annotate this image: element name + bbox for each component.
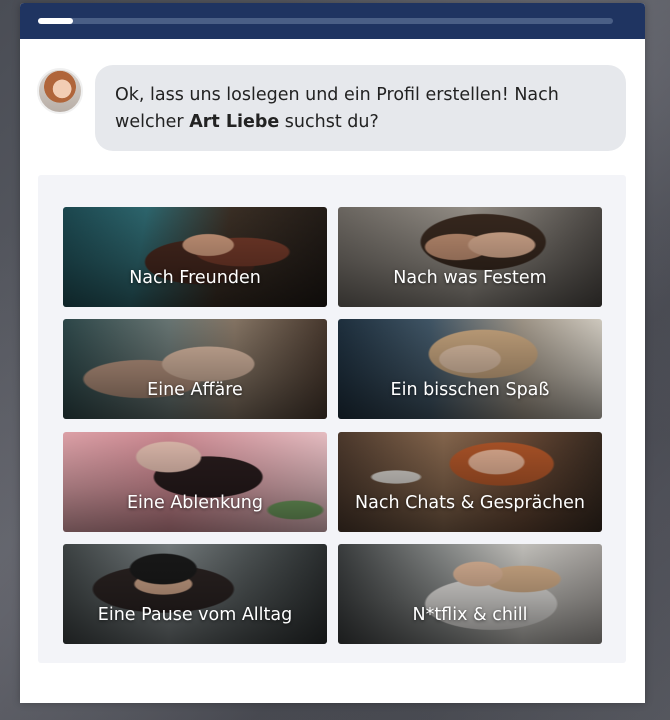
message-text-part2: suchst du? <box>279 112 379 132</box>
photo-shade <box>338 207 602 307</box>
option-ein-bisschen-spass[interactable]: Ein bisschen Spaß <box>338 319 602 419</box>
option-nach-was-festem[interactable]: Nach was Festem <box>338 207 602 307</box>
option-label: Ein bisschen Spaß <box>390 380 550 400</box>
chat-message-row: Ok, lass uns loslegen und ein Profil ers… <box>20 65 645 155</box>
progress-header <box>20 3 645 39</box>
love-type-options: Nach Freunden Nach was Festem Eine Affär… <box>38 175 626 663</box>
photo-shade <box>63 207 327 307</box>
progress-fill <box>38 18 73 24</box>
photo-shade <box>338 432 602 532</box>
assistant-avatar <box>37 68 83 114</box>
option-label: Nach Chats & Gesprächen <box>355 493 585 513</box>
progress-bar <box>38 18 613 24</box>
option-label: Nach was Festem <box>393 268 547 288</box>
option-label: Nach Freunden <box>129 268 261 288</box>
option-nach-chats[interactable]: Nach Chats & Gesprächen <box>338 432 602 532</box>
option-nach-freunden[interactable]: Nach Freunden <box>63 207 327 307</box>
option-eine-ablenkung[interactable]: Eine Ablenkung <box>63 432 327 532</box>
photo-shade <box>338 544 602 644</box>
photo-shade <box>63 432 327 532</box>
option-label: Eine Pause vom Alltag <box>97 605 293 625</box>
message-text-bold: Art Liebe <box>189 112 280 132</box>
option-label: Eine Ablenkung <box>126 493 264 513</box>
option-eine-pause[interactable]: Eine Pause vom Alltag <box>63 544 327 644</box>
photo-shade <box>63 544 327 644</box>
photo-shade <box>63 319 327 419</box>
option-label: N*tflix & chill <box>412 605 528 625</box>
option-label: Eine Affäre <box>147 380 243 400</box>
option-eine-affaere[interactable]: Eine Affäre <box>63 319 327 419</box>
onboarding-modal: Ok, lass uns loslegen und ein Profil ers… <box>20 3 645 703</box>
photo-shade <box>338 319 602 419</box>
option-netflix-chill[interactable]: N*tflix & chill <box>338 544 602 644</box>
chat-bubble: Ok, lass uns loslegen und ein Profil ers… <box>95 65 626 151</box>
